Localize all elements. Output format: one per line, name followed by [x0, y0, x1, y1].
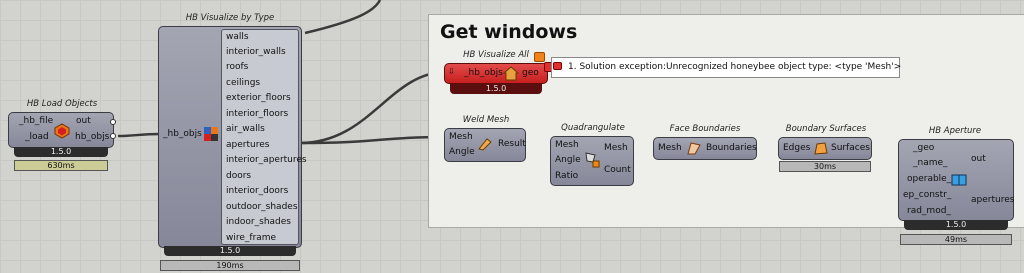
- quadrangulate-component[interactable]: Mesh Angle Ratio Mesh Count: [550, 136, 634, 186]
- output-exterior-floors[interactable]: exterior_floors: [226, 93, 291, 103]
- output-result[interactable]: Result: [498, 139, 526, 149]
- hb-visualize-by-type-timer: 190ms: [160, 260, 300, 271]
- weld-mesh-component[interactable]: Mesh Angle Result: [444, 128, 526, 162]
- output-ceilings[interactable]: ceilings: [226, 78, 260, 88]
- error-popup-icon: [553, 62, 562, 70]
- face-boundaries-title: Face Boundaries: [669, 124, 741, 134]
- wire-hbobjs: [117, 132, 161, 138]
- input-hb-objs[interactable]: _hb_objs: [163, 129, 202, 139]
- input-hb-file[interactable]: _hb_file: [19, 116, 53, 126]
- input-operable[interactable]: operable_: [907, 174, 951, 184]
- hb-load-objects-component[interactable]: _hb_file _load out hb_objs: [8, 112, 114, 148]
- quadrangulate-title: Quadrangulate: [561, 123, 625, 133]
- output-walls[interactable]: walls: [226, 32, 249, 42]
- input-hb-objs-error[interactable]: _hb_objs: [464, 68, 503, 78]
- hb-visualize-by-type-version: 1.5.0: [164, 246, 296, 256]
- output-hb-objs[interactable]: hb_objs: [75, 132, 109, 142]
- hb-load-timer: 630ms: [14, 160, 108, 171]
- output-wire-frame[interactable]: wire_frame: [226, 233, 276, 243]
- honeybee-load-icon: [54, 123, 70, 142]
- output-quad-mesh[interactable]: Mesh: [604, 143, 628, 153]
- input-ep-constr[interactable]: ep_constr_: [903, 190, 951, 200]
- error-message: 1. Solution exception:Unrecognized honey…: [568, 62, 902, 72]
- weld-mesh-title: Weld Mesh: [462, 115, 510, 125]
- hb-visualize-all-title: HB Visualize All: [463, 50, 529, 60]
- window-icon: [951, 174, 967, 189]
- input-angle[interactable]: Angle: [449, 147, 475, 157]
- hb-visualize-all-component[interactable]: ⇩ _hb_objs geo: [444, 63, 548, 84]
- output-apertures[interactable]: apertures: [226, 140, 269, 150]
- down-arrow-icon: ⇩: [448, 67, 455, 76]
- hb-visualize-by-type-component[interactable]: _hb_objs walls interior_walls roofs ceil…: [158, 26, 307, 248]
- output-air-walls[interactable]: air_walls: [226, 124, 265, 134]
- error-tooltip: 1. Solution exception:Unrecognized honey…: [551, 57, 902, 78]
- output-interior-floors[interactable]: interior_floors: [226, 109, 288, 119]
- output-surfaces[interactable]: Surfaces: [831, 143, 870, 153]
- output-interior-walls[interactable]: interior_walls: [226, 47, 286, 57]
- input-quad-mesh[interactable]: Mesh: [555, 140, 579, 150]
- output-interior-apertures[interactable]: interior_apertures: [226, 155, 307, 165]
- warning-bubble-icon[interactable]: [534, 52, 545, 62]
- output-indoor-shades[interactable]: indoor_shades: [226, 217, 291, 227]
- face-boundaries-component[interactable]: Mesh Boundaries: [653, 137, 757, 160]
- output-out[interactable]: out: [76, 116, 91, 126]
- hb-visualize-all-version: 1.5.0: [450, 84, 542, 94]
- output-apertures-list[interactable]: apertures: [971, 195, 1014, 205]
- group-title: Get windows: [440, 21, 578, 43]
- input-mesh[interactable]: Mesh: [449, 132, 473, 142]
- house-icon: [502, 66, 520, 84]
- input-rad-mod[interactable]: rad_mod_: [907, 206, 951, 216]
- input-load[interactable]: _load: [25, 132, 49, 142]
- input-name[interactable]: _name_: [913, 158, 948, 168]
- input-quad-angle[interactable]: Angle: [555, 155, 581, 165]
- output-boundaries[interactable]: Boundaries: [706, 143, 757, 153]
- hb-load-objects-title: HB Load Objects: [26, 99, 98, 109]
- output-roofs[interactable]: roofs: [226, 62, 248, 72]
- hb-load-version: 1.5.0: [14, 147, 108, 157]
- output-geo[interactable]: geo: [522, 68, 539, 78]
- hb-aperture-component[interactable]: _geo _name_ operable_ ep_constr_ rad_mod…: [898, 139, 1014, 221]
- output-outdoor-shades[interactable]: outdoor_shades: [226, 202, 298, 212]
- hb-aperture-timer: 49ms: [900, 234, 1012, 245]
- input-geo[interactable]: _geo: [913, 143, 934, 153]
- weld-icon: [477, 137, 493, 154]
- output-count[interactable]: Count: [604, 165, 631, 175]
- output-doors[interactable]: doors: [226, 171, 251, 181]
- wire-walls: [304, 0, 382, 35]
- output-aperture-out[interactable]: out: [971, 154, 986, 164]
- hb-aperture-version: 1.5.0: [904, 220, 1008, 230]
- hb-visualize-by-type-title: HB Visualize by Type: [185, 13, 275, 23]
- boundary-surfaces-title: Boundary Surfaces: [785, 124, 867, 134]
- visualize-outputs-panel: walls interior_walls roofs ceilings exte…: [221, 29, 307, 245]
- pin-out[interactable]: [110, 119, 116, 125]
- input-edges[interactable]: Edges: [783, 143, 810, 153]
- pin-hb-objs[interactable]: [110, 133, 116, 139]
- boundary-surfaces-component[interactable]: Edges Surfaces: [778, 137, 872, 160]
- quadrangulate-icon: [585, 152, 601, 171]
- output-interior-doors[interactable]: interior_doors: [226, 186, 288, 196]
- wire-apertures-visualize: [299, 70, 447, 145]
- input-quad-ratio[interactable]: Ratio: [555, 171, 578, 181]
- visualize-type-icon: [203, 126, 219, 145]
- boundary-surface-icon: [813, 141, 829, 159]
- hb-aperture-title: HB Aperture: [928, 126, 982, 136]
- face-boundaries-icon: [686, 141, 702, 159]
- boundary-surfaces-timer: 30ms: [779, 161, 871, 172]
- input-fb-mesh[interactable]: Mesh: [658, 143, 682, 153]
